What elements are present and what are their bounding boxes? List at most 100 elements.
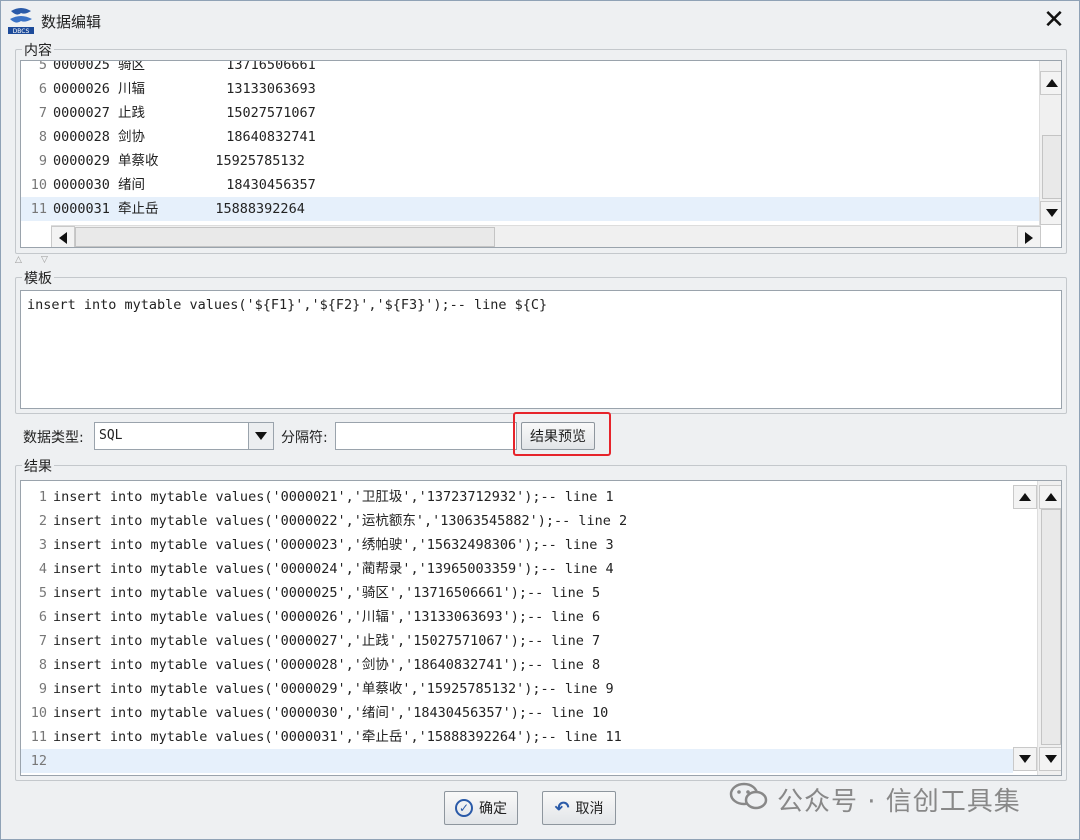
- content-vscrollbar[interactable]: [1039, 61, 1061, 225]
- line-number: 2: [38, 513, 47, 529]
- list-item: 10 insert into mytable values('0000030','…: [21, 701, 1013, 725]
- scroll-right-icon[interactable]: [1017, 226, 1041, 247]
- line-number: 11: [30, 729, 47, 745]
- table-row: 6 0000026 川辐 13133063693: [21, 77, 1039, 101]
- result-line-text: insert into mytable values('0000024','蔺帮…: [53, 561, 614, 577]
- list-item: 12: [21, 749, 1013, 773]
- result-line-text: insert into mytable values('0000026','川辐…: [53, 609, 601, 625]
- result-line-text: insert into mytable values('0000028','剑协…: [53, 657, 601, 673]
- template-editor[interactable]: insert into mytable values('${F1}','${F2…: [20, 290, 1062, 409]
- cancel-button[interactable]: ↶ 取消: [542, 791, 616, 825]
- row-text: 0000025 骑区 13716506661: [53, 60, 316, 73]
- scroll-down-icon[interactable]: [1013, 747, 1037, 771]
- list-item: 6 insert into mytable values('0000026','川…: [21, 605, 1013, 629]
- result-editor[interactable]: 1 insert into mytable values('0000021','卫…: [20, 480, 1062, 776]
- result-line-text: insert into mytable values('0000031','牵止…: [53, 729, 622, 745]
- list-item: 3 insert into mytable values('0000023','绣…: [21, 533, 1013, 557]
- row-text: 0000028 剑协 18640832741: [53, 129, 316, 145]
- line-number: 5: [38, 60, 47, 73]
- undo-arrow-icon: ↶: [554, 797, 570, 819]
- scroll-up-icon[interactable]: [1039, 485, 1061, 509]
- scroll-down-icon[interactable]: [1040, 201, 1061, 225]
- close-icon[interactable]: ✕: [1039, 5, 1069, 35]
- check-circle-icon: ✓: [455, 799, 473, 817]
- table-row: 5 0000025 骑区 13716506661: [21, 60, 1039, 77]
- result-inner-scrollbar[interactable]: [1013, 481, 1037, 775]
- line-number: 7: [38, 105, 47, 121]
- line-number: 6: [38, 609, 47, 625]
- cancel-button-label: 取消: [575, 801, 604, 817]
- wechat-icon: [729, 781, 769, 811]
- window-title: 数据编辑: [41, 13, 102, 31]
- result-line-text: insert into mytable values('0000030','绪间…: [53, 705, 609, 721]
- line-number: 8: [38, 129, 47, 145]
- list-item: 2 insert into mytable values('0000022','运…: [21, 509, 1013, 533]
- line-number: 12: [30, 753, 47, 769]
- hscroll-thumb[interactable]: [75, 227, 495, 247]
- line-number: 5: [38, 585, 47, 601]
- list-item: 5 insert into mytable values('0000025','骑…: [21, 581, 1013, 605]
- template-text: insert into mytable values('${F1}','${F2…: [27, 297, 548, 313]
- line-number: 1: [38, 489, 47, 505]
- scroll-up-icon[interactable]: [1040, 71, 1061, 95]
- line-number: 3: [38, 537, 47, 553]
- line-number: 7: [38, 633, 47, 649]
- separator-input[interactable]: [335, 422, 517, 450]
- scroll-thumb[interactable]: [1041, 509, 1061, 745]
- line-number: 10: [30, 705, 47, 721]
- list-item: 4 insert into mytable values('0000024','蔺…: [21, 557, 1013, 581]
- ok-button[interactable]: ✓ 确定: [444, 791, 518, 825]
- table-row: 9 0000029 单蔡收 15925785132: [21, 149, 1039, 173]
- data-type-value: SQL: [99, 428, 123, 443]
- list-item: 8 insert into mytable values('0000028','剑…: [21, 653, 1013, 677]
- result-line-text: insert into mytable values('0000022','运杭…: [53, 513, 628, 529]
- list-item: 11 insert into mytable values('0000031','…: [21, 725, 1013, 749]
- scroll-up-icon[interactable]: [1013, 485, 1037, 509]
- content-editor[interactable]: 5 0000025 骑区 13716506661 6 0000026 川辐 13133…: [20, 60, 1062, 248]
- scroll-left-icon[interactable]: [51, 226, 75, 247]
- title-bar: DBCS 数据编辑 ✕: [1, 1, 1079, 41]
- scroll-down-icon[interactable]: [1039, 747, 1061, 771]
- dropdown-button[interactable]: [248, 423, 273, 449]
- row-text: 0000026 川辐 13133063693: [53, 81, 316, 97]
- line-number: 9: [38, 681, 47, 697]
- table-row: 10 0000030 绪间 18430456357: [21, 173, 1039, 197]
- watermark-text: 公众号 · 信创工具集: [777, 787, 1021, 817]
- data-type-select[interactable]: SQL: [94, 422, 274, 450]
- row-text: 0000029 单蔡收 15925785132: [53, 153, 305, 169]
- line-number: 11: [30, 201, 47, 217]
- splitter-down-icon[interactable]: ▽: [41, 255, 48, 265]
- content-legend: 内容: [22, 40, 54, 60]
- result-group: 结果 1 insert into mytable values('0000021'…: [15, 456, 1067, 781]
- list-item: 9 insert into mytable values('0000029','单…: [21, 677, 1013, 701]
- ok-button-label: 确定: [479, 801, 507, 817]
- result-line-text: insert into mytable values('0000021','卫肛…: [53, 489, 614, 505]
- line-number: 10: [30, 177, 47, 193]
- result-vscrollbar[interactable]: [1037, 481, 1061, 775]
- svg-text:DBCS: DBCS: [13, 28, 30, 35]
- result-line-text: insert into mytable values('0000029','单蔡…: [53, 681, 614, 697]
- table-row: 11 0000031 牵止岳 15888392264: [21, 197, 1039, 221]
- highlight-box: [513, 412, 611, 456]
- content-group: 内容 5 0000025 骑区 13716506661 6 0000026 川辐 13…: [15, 40, 1067, 254]
- chevron-down-icon: [255, 432, 267, 440]
- template-legend: 模板: [22, 268, 54, 288]
- list-item: 7 insert into mytable values('0000027','止…: [21, 629, 1013, 653]
- row-text: 0000027 止践 15027571067: [53, 105, 316, 121]
- app-logo-icon: DBCS: [7, 5, 35, 35]
- splitter-up-icon[interactable]: △: [15, 255, 22, 265]
- template-group: 模板 insert into mytable values('${F1}','$…: [15, 268, 1067, 414]
- list-item: 1 insert into mytable values('0000021','卫…: [21, 485, 1013, 509]
- row-text: 0000030 绪间 18430456357: [53, 177, 316, 193]
- table-row: 8 0000028 剑协 18640832741: [21, 125, 1039, 149]
- line-number: 8: [38, 657, 47, 673]
- result-line-text: insert into mytable values('0000027','止践…: [53, 633, 601, 649]
- line-number: 4: [38, 561, 47, 577]
- table-row: 7 0000027 止践 15027571067: [21, 101, 1039, 125]
- result-line-text: insert into mytable values('0000025','骑区…: [53, 585, 601, 601]
- row-text: 0000031 牵止岳 15888392264: [53, 201, 305, 217]
- result-legend: 结果: [22, 456, 54, 476]
- scroll-thumb[interactable]: [1042, 135, 1061, 199]
- separator-label: 分隔符:: [281, 430, 328, 446]
- content-hscrollbar[interactable]: [51, 225, 1041, 247]
